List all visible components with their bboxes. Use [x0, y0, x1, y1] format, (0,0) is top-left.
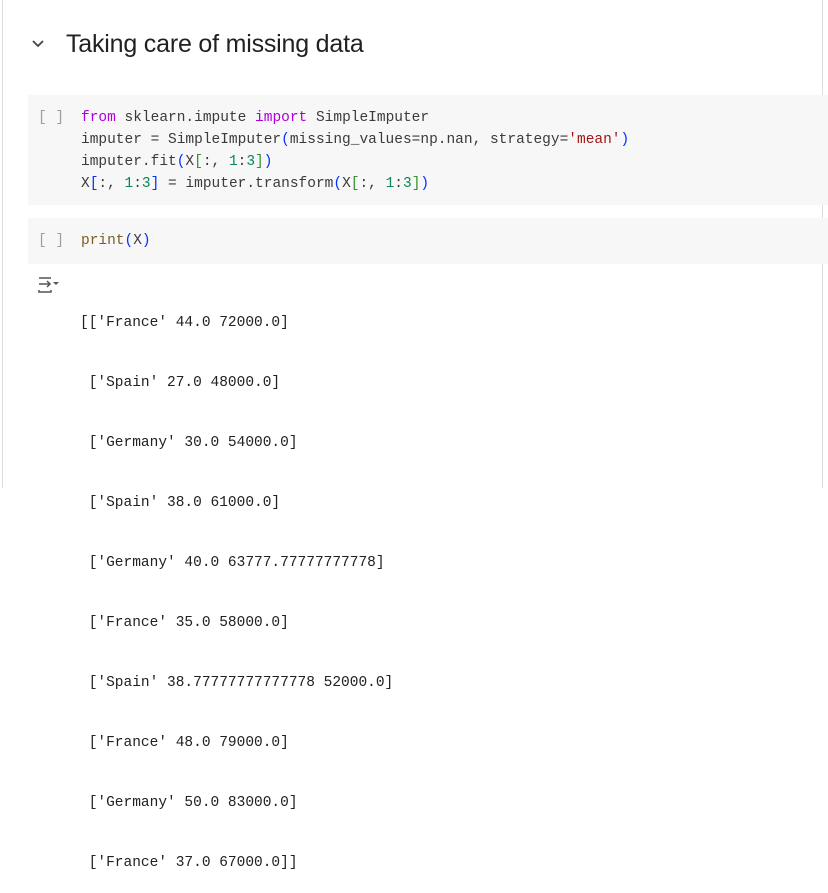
code-line: print(X) [81, 233, 151, 249]
code-line: X[:, 1:3] = imputer.transform(X[:, 1:3]) [81, 176, 430, 192]
code-cell-print[interactable]: [ ] print(X) [28, 218, 828, 264]
chevron-down-icon[interactable] [30, 36, 46, 52]
output-line: ['Germany' 50.0 83000.0] [80, 795, 298, 811]
output-collapse-icon[interactable] [38, 276, 60, 299]
output-line: ['France' 48.0 79000.0] [80, 735, 289, 751]
code-line: imputer.fit(X[:, 1:3]) [81, 154, 273, 170]
cell-output: [['France' 44.0 72000.0] ['Spain' 27.0 4… [80, 273, 393, 893]
run-cell-button[interactable]: [ ] [38, 233, 64, 249]
output-line: ['Germany' 40.0 63777.77777777778] [80, 555, 385, 571]
output-line: ['France' 35.0 58000.0] [80, 615, 289, 631]
output-line: ['France' 37.0 67000.0]] [80, 855, 298, 871]
section-title: Taking care of missing data [66, 29, 364, 58]
output-line: ['Spain' 38.0 61000.0] [80, 495, 281, 511]
run-cell-button[interactable]: [ ] [38, 110, 64, 126]
code-line: imputer = SimpleImputer(missing_values=n… [81, 132, 630, 148]
output-line: ['Spain' 27.0 48000.0] [80, 375, 281, 391]
code-cell-imputer[interactable]: [ ] from sklearn.impute import SimpleImp… [28, 95, 828, 205]
output-line: ['Germany' 30.0 54000.0] [80, 435, 298, 451]
output-line: ['Spain' 38.77777777777778 52000.0] [80, 675, 394, 691]
code-editor[interactable]: print(X) [81, 230, 151, 252]
code-editor[interactable]: from sklearn.impute import SimpleImputer… [81, 107, 629, 195]
section-heading: Taking care of missing data [30, 24, 364, 64]
code-line: from sklearn.impute import SimpleImputer [81, 110, 430, 126]
output-line: [['France' 44.0 72000.0] [80, 315, 289, 331]
